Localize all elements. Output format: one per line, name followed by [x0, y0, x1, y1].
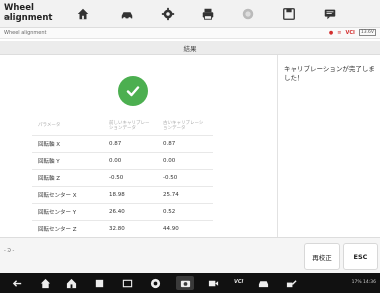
table-row: 回転軸 Y 0.00 0.00 [32, 152, 213, 170]
param-cell: 回転センター Z [32, 220, 103, 238]
browser-icon [150, 278, 160, 288]
new-value-cell: 18.98 [103, 186, 157, 204]
house-icon [40, 278, 50, 288]
back-button[interactable] [10, 276, 24, 290]
system-status: 17% 14:36 [351, 280, 376, 285]
old-value-cell: 0.52 [157, 203, 213, 221]
bottom-info: - Ͽ - [4, 248, 15, 254]
column-header: 前しいキャリブレーションデータ [103, 117, 157, 136]
video-icon [208, 280, 218, 286]
param-cell: 回転センター X [32, 186, 103, 204]
status-indicators: ● ≡ VCI 13.6V [329, 29, 376, 36]
old-value-cell: 0.00 [157, 152, 213, 170]
gear-icon [161, 7, 175, 21]
breadcrumb: Wheel alignment [4, 30, 47, 36]
printer-icon [202, 8, 214, 20]
vci-indicator: VCI [345, 29, 355, 36]
diagnostics-icon [286, 279, 297, 287]
table-row: 回転センター X 18.98 25.74 [32, 186, 213, 204]
param-cell: 回転軸 Z [32, 169, 103, 187]
app-version: V2.28 [4, 16, 19, 22]
new-value-cell: 0.00 [103, 152, 157, 170]
car-nav-button[interactable] [256, 276, 270, 290]
table-row: 回転軸 Z -0.50 -0.50 [32, 169, 213, 187]
new-value-cell: 0.87 [103, 135, 157, 153]
window-icon [122, 279, 132, 287]
recent-apps-button[interactable] [92, 276, 106, 290]
param-cell: 回転軸 Y [32, 152, 103, 170]
table-row: 回転センター Y 26.40 0.52 [32, 203, 213, 221]
home-icon [77, 8, 89, 20]
vci-nav-button[interactable]: VCI [234, 279, 243, 285]
old-value-cell: 0.87 [157, 135, 213, 153]
esc-button[interactable]: ESC [343, 243, 378, 270]
record-button[interactable] [231, 3, 265, 25]
message-icon [324, 9, 336, 20]
old-value-cell: 25.74 [157, 186, 213, 204]
window-button[interactable] [120, 276, 134, 290]
page-title: 結果 [183, 45, 197, 53]
camera-icon [180, 280, 190, 287]
settings-button[interactable] [151, 3, 185, 25]
chrome-button[interactable] [148, 276, 162, 290]
print-button[interactable] [191, 3, 225, 25]
save-button[interactable] [272, 3, 306, 25]
battery-voltage: 13.6V [358, 29, 376, 36]
new-value-cell: 26.40 [103, 203, 157, 221]
camera-button[interactable] [176, 276, 194, 290]
app-home-button[interactable] [64, 276, 78, 290]
result-header: 結果 [0, 41, 380, 55]
action-bar: - Ͽ - 再校正 ESC [0, 237, 380, 273]
column-header: パラメータ [32, 117, 103, 136]
new-value-cell: -0.50 [103, 169, 157, 187]
home-outline-icon [66, 278, 76, 288]
car-icon [258, 280, 268, 287]
message-panel: キャリブレーションが完了しました！ [279, 55, 380, 237]
path-bar: Wheel alignment ● ≡ VCI 13.6V [0, 28, 380, 39]
car-switch-icon [121, 12, 133, 20]
car-status-icon: ● [328, 29, 334, 36]
param-cell: 回転軸 X [32, 135, 103, 153]
old-value-cell: -0.50 [157, 169, 213, 187]
home-button[interactable] [66, 3, 100, 25]
message-button[interactable] [313, 3, 347, 25]
save-icon [283, 8, 295, 20]
checkmark-icon [126, 86, 140, 97]
back-arrow-icon [12, 279, 21, 287]
table-header-row: パラメータ 前しいキャリブレーションデータ 古いキャリブレーションデータ [32, 117, 213, 136]
vehicle-button[interactable] [110, 3, 144, 25]
table-row: 回転軸 X 0.87 0.87 [32, 135, 213, 153]
result-panel: パラメータ 前しいキャリブレーションデータ 古いキャリブレーションデータ 回転軸… [0, 55, 278, 238]
video-button[interactable] [206, 276, 220, 290]
home-nav-button[interactable] [38, 276, 52, 290]
calibration-table: パラメータ 前しいキャリブレーションデータ 古いキャリブレーションデータ 回転軸… [32, 117, 213, 238]
diagnostics-button[interactable] [284, 276, 298, 290]
system-navbar: VCI 17% 14:36 [0, 273, 380, 293]
completion-message: キャリブレーションが完了しました！ [284, 65, 375, 82]
top-toolbar: Wheel alignment V2.28 [0, 0, 380, 28]
table-row: 回転センター Z 32.80 44.90 [32, 220, 213, 238]
param-cell: 回転センター Y [32, 203, 103, 221]
record-icon [242, 8, 254, 20]
column-header: 古いキャリブレーションデータ [157, 117, 213, 136]
square-icon [95, 279, 103, 287]
new-value-cell: 32.80 [103, 220, 157, 238]
signal-icon: ≡ [337, 29, 342, 36]
recalibrate-button[interactable]: 再校正 [304, 243, 340, 270]
success-icon [118, 76, 148, 106]
old-value-cell: 44.90 [157, 220, 213, 238]
